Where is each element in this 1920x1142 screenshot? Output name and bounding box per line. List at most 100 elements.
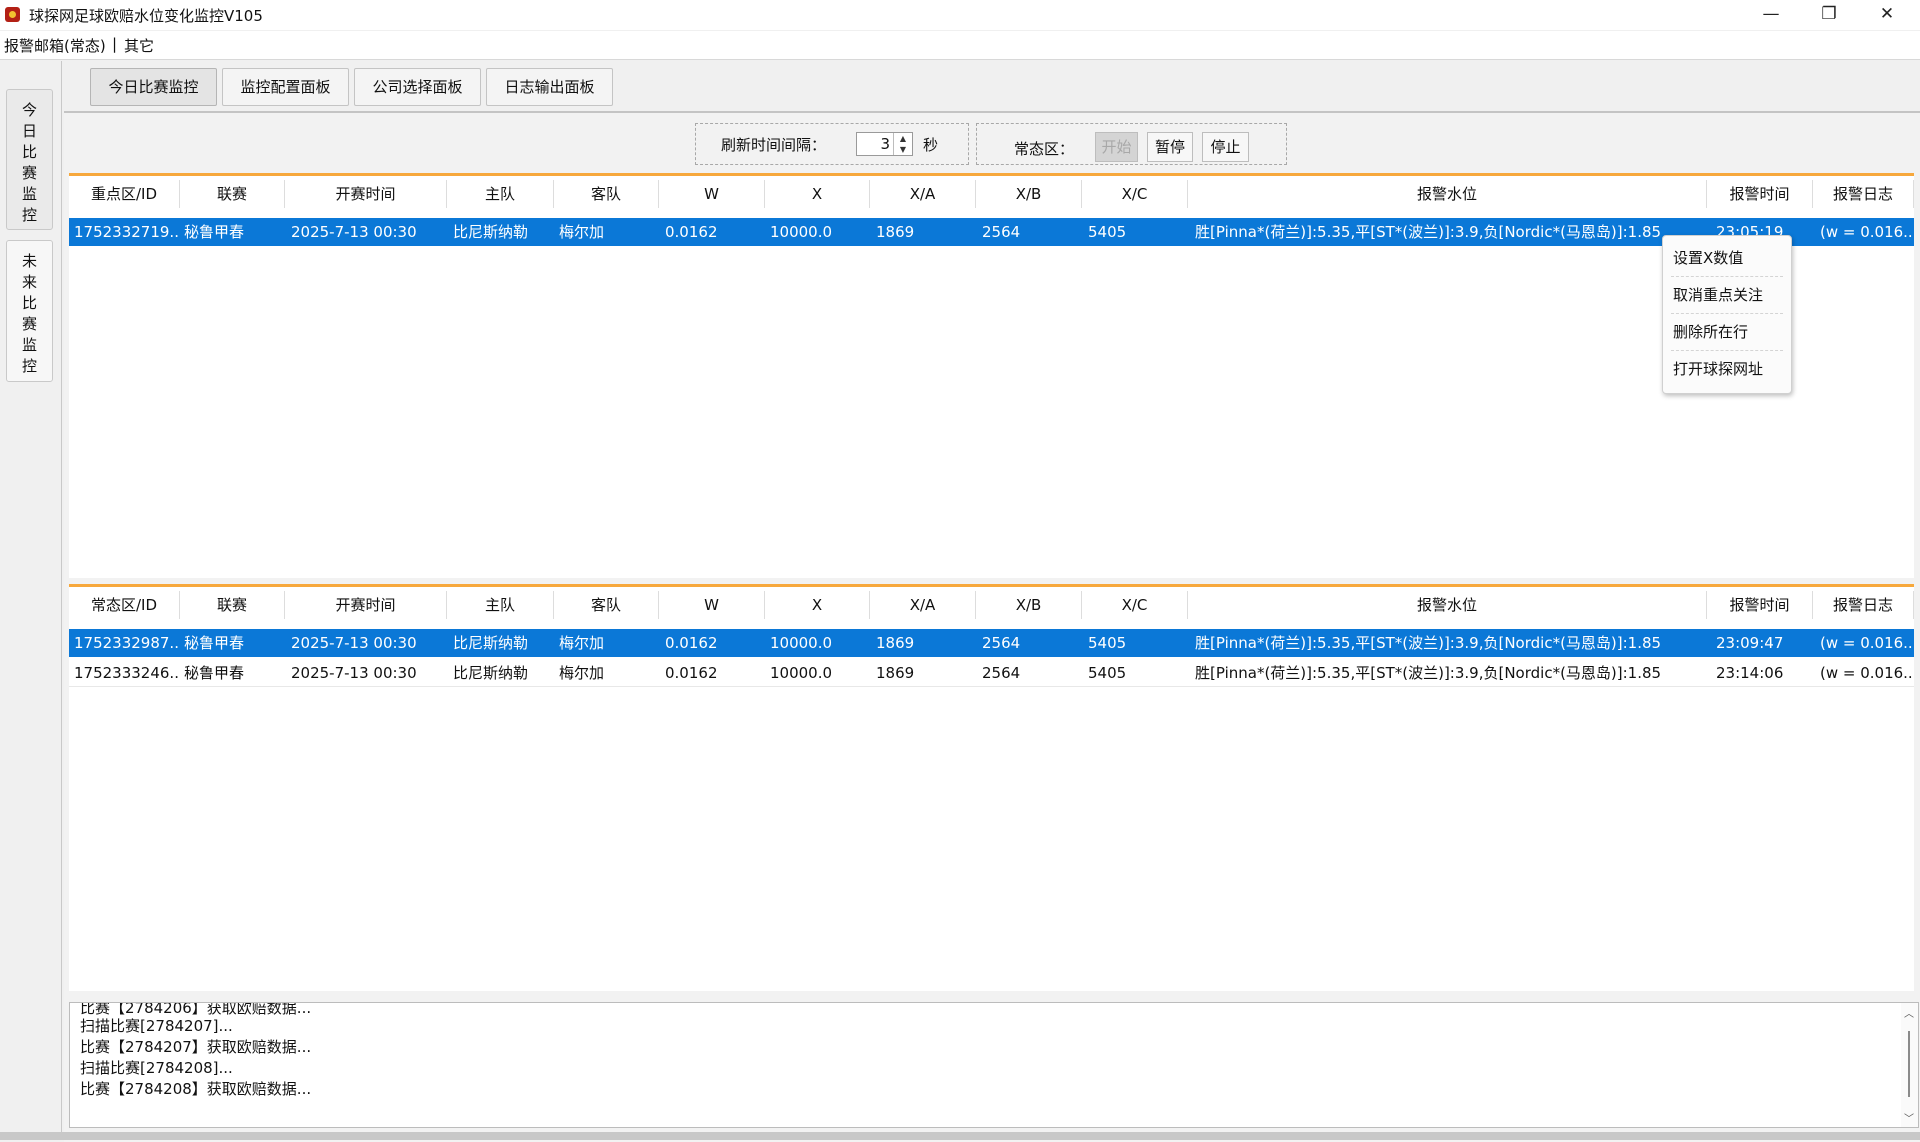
cell-alarm-log: (w = 0.016... (1820, 664, 1914, 682)
window-title: 球探网足球欧赔水位变化监控V105 (29, 7, 263, 25)
cell-xc: 5405 (1088, 223, 1127, 241)
main-frame: 今日比赛监控 监控配置面板 公司选择面板 日志输出面板 刷新时间间隔： 3 ▲ ▼… (61, 61, 1920, 1142)
cell-league: 秘鲁甲春 (184, 634, 245, 652)
menu-item-open-url[interactable]: 打开球探网址 (1663, 351, 1791, 388)
menu-alarm-email[interactable]: 报警邮箱(常态) (4, 35, 106, 56)
cell-id: 1752332987... (74, 634, 180, 652)
cell-id: 1752333246... (74, 664, 180, 682)
menu-other[interactable]: 其它 (124, 35, 154, 56)
tab-company-select[interactable]: 公司选择面板 (354, 68, 481, 106)
cell-xa: 1869 (876, 664, 915, 682)
column-header-kickoff[interactable]: 开赛时间 (285, 180, 447, 208)
menu-item-delete-row[interactable]: 删除所在行 (1663, 314, 1791, 351)
cell-alarm-log: (w = 0.016... (1820, 223, 1914, 241)
cell-league: 秘鲁甲春 (184, 664, 245, 682)
column-header-xa[interactable]: X/A (870, 180, 976, 208)
close-button[interactable]: ✕ (1858, 0, 1916, 30)
column-header-xb[interactable]: X/B (976, 591, 1082, 619)
column-header-alarm-odds[interactable]: 报警水位 (1188, 180, 1707, 208)
start-button[interactable]: 开始 (1095, 132, 1138, 162)
refresh-group: 刷新时间间隔： 3 ▲ ▼ 秒 (695, 123, 969, 165)
cell-xb: 2564 (982, 223, 1021, 241)
side-tab-future[interactable]: 未来比赛监控 (6, 240, 53, 382)
cell-home: 比尼斯纳勒 (453, 634, 529, 652)
key-area-table[interactable]: 重点区/ID 联赛 开赛时间 主队 客队 W X X/A X/B X/C 报警水位 报警时间 报警日志 … (69, 173, 1914, 578)
column-header-alarm-log[interactable]: 报警日志 (1813, 180, 1914, 208)
column-header-home[interactable]: 主队 (447, 591, 554, 619)
refresh-interval-spinner[interactable]: 3 ▲ ▼ (856, 132, 913, 156)
cell-alarm-odds: 胜[Pinna*(荷兰)]:5.35,平[ST*(波兰)]:3.9,负[Nord… (1195, 634, 1662, 652)
cell-league: 秘鲁甲春 (184, 223, 245, 241)
pause-button[interactable]: 暂停 (1147, 132, 1193, 162)
column-header-away[interactable]: 客队 (554, 591, 659, 619)
tab-bar: 今日比赛监控 监控配置面板 公司选择面板 日志输出面板 (62, 61, 1920, 111)
menu-item-cancel-focus[interactable]: 取消重点关注 (1663, 277, 1791, 314)
cell-xa: 1869 (876, 223, 915, 241)
ball-app-icon (5, 7, 20, 22)
normal-area-table[interactable]: 常态区/ID 联赛 开赛时间 主队 客队 W X X/A X/B X/C 报警水位 报警时间 报警日志 … (69, 584, 1914, 991)
column-header-kickoff[interactable]: 开赛时间 (285, 591, 447, 619)
cell-xa: 1869 (876, 634, 915, 652)
tab-today-monitor[interactable]: 今日比赛监控 (90, 68, 217, 106)
tab-log-output[interactable]: 日志输出面板 (486, 68, 613, 106)
log-line: 扫描比赛[2784207]... (80, 1017, 233, 1035)
cell-xb: 2564 (982, 664, 1021, 682)
cell-away: 梅尔加 (559, 634, 605, 652)
control-group: 常态区： 开始 暂停 停止 (976, 123, 1287, 165)
state-area-label: 常态区： (1014, 140, 1075, 158)
cell-xc: 5405 (1088, 634, 1127, 652)
scroll-up-icon[interactable]: ︿ (1904, 1005, 1914, 1020)
log-output[interactable]: 比赛【2784206】获取欧赔数据... 扫描比赛[2784207]... 比赛… (69, 1002, 1919, 1128)
stop-button[interactable]: 停止 (1202, 132, 1249, 162)
refresh-interval-value[interactable]: 3 (880, 135, 890, 153)
column-header-home[interactable]: 主队 (447, 180, 554, 208)
column-header-alarm-time[interactable]: 报警时间 (1707, 591, 1813, 619)
column-header-alarm-log[interactable]: 报警日志 (1813, 591, 1914, 619)
log-scrollbar[interactable]: ︿ ﹀ (1901, 1003, 1918, 1127)
title-bar: 球探网足球欧赔水位变化监控V105 — ❐ ✕ (0, 0, 1920, 30)
cell-id: 1752332719... (74, 223, 180, 241)
spinner-arrows-icon[interactable]: ▲ ▼ (893, 133, 912, 155)
column-header-league[interactable]: 联赛 (180, 180, 285, 208)
cell-w: 0.0162 (665, 664, 718, 682)
column-header-id[interactable]: 常态区/ID (69, 591, 180, 619)
column-header-league[interactable]: 联赛 (180, 591, 285, 619)
cell-xb: 2564 (982, 634, 1021, 652)
scroll-thumb[interactable] (1908, 1031, 1910, 1097)
cell-alarm-odds: 胜[Pinna*(荷兰)]:5.35,平[ST*(波兰)]:3.9,负[Nord… (1195, 223, 1662, 241)
column-header-x[interactable]: X (765, 180, 870, 208)
side-tab-today-label: 今日比赛监控 (21, 101, 37, 224)
cell-w: 0.0162 (665, 223, 718, 241)
column-header-xa[interactable]: X/A (870, 591, 976, 619)
table-row[interactable]: 1752333246... 秘鲁甲春 2025-7-13 00:30 比尼斯纳勒 梅尔加… (69, 659, 1914, 687)
column-header-xc[interactable]: X/C (1082, 180, 1188, 208)
column-header-alarm-odds[interactable]: 报警水位 (1188, 591, 1707, 619)
minimize-button[interactable]: — (1742, 0, 1800, 30)
log-line: 扫描比赛[2784208]... (80, 1059, 233, 1077)
maximize-button[interactable]: ❐ (1800, 0, 1858, 30)
scroll-down-icon[interactable]: ﹀ (1904, 1110, 1914, 1125)
column-header-x[interactable]: X (765, 591, 870, 619)
side-tab-today[interactable]: 今日比赛监控 (6, 89, 53, 230)
cell-x: 10000.0 (770, 664, 833, 682)
menu-separator: | (112, 35, 118, 53)
column-header-alarm-time[interactable]: 报警时间 (1707, 180, 1813, 208)
key-table-header: 重点区/ID 联赛 开赛时间 主队 客队 W X X/A X/B X/C 报警水位 报警时间 报警日志 (69, 180, 1914, 208)
tab-monitor-config[interactable]: 监控配置面板 (222, 68, 349, 106)
log-line: 比赛【2784208】获取欧赔数据... (80, 1080, 312, 1098)
tab-content: 刷新时间间隔： 3 ▲ ▼ 秒 常态区： 开始 暂停 停止 重点区/ID 联赛 开赛时… (64, 111, 1920, 1142)
bottom-edge (0, 1132, 1920, 1140)
side-tab-future-label: 未来比赛监控 (21, 252, 37, 375)
cell-kickoff: 2025-7-13 00:30 (291, 223, 417, 241)
menu-item-set-x[interactable]: 设置X数值 (1663, 240, 1791, 277)
column-header-w[interactable]: W (659, 591, 765, 619)
table-row[interactable]: 1752332719... 秘鲁甲春 2025-7-13 00:30 比尼斯纳勒 梅尔加… (69, 218, 1914, 246)
table-row[interactable]: 1752332987... 秘鲁甲春 2025-7-13 00:30 比尼斯纳勒 梅尔加… (69, 629, 1914, 657)
cell-x: 10000.0 (770, 223, 833, 241)
cell-x: 10000.0 (770, 634, 833, 652)
column-header-id[interactable]: 重点区/ID (69, 180, 180, 208)
column-header-xb[interactable]: X/B (976, 180, 1082, 208)
column-header-w[interactable]: W (659, 180, 765, 208)
column-header-xc[interactable]: X/C (1082, 591, 1188, 619)
column-header-away[interactable]: 客队 (554, 180, 659, 208)
